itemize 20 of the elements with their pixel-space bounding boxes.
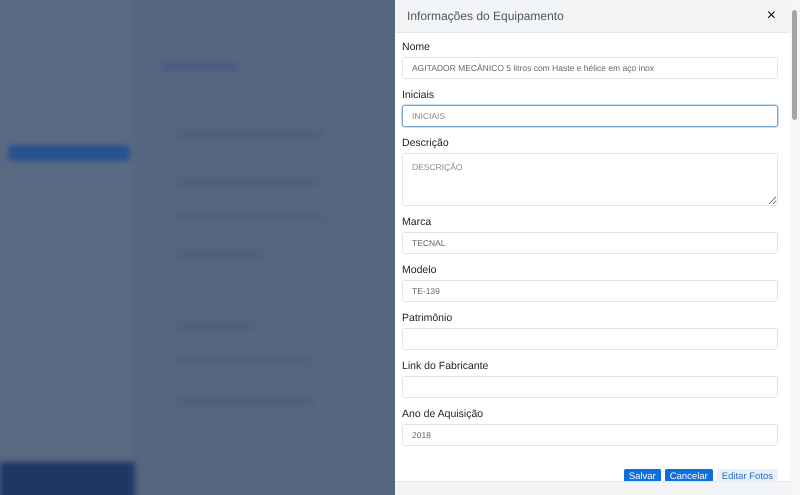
input-field[interactable]: INICIAIS bbox=[402, 105, 778, 127]
field-label: Modelo bbox=[402, 263, 438, 277]
scrollbar[interactable] bbox=[790, 0, 800, 495]
field-label: Iniciais bbox=[402, 88, 436, 102]
field-label: Ano de Aquisição bbox=[402, 407, 484, 421]
field-label: Marca bbox=[402, 215, 432, 229]
input-field[interactable]: 2018 bbox=[402, 424, 778, 446]
field-label: Nome bbox=[402, 40, 432, 54]
action-button[interactable]: Cancelar bbox=[664, 469, 713, 481]
action-button[interactable]: Salvar bbox=[624, 469, 661, 481]
close-button[interactable]: × bbox=[764, 8, 778, 24]
field-label: Patrimônio bbox=[402, 311, 454, 325]
modal-title: Informações do Equipamento bbox=[407, 9, 564, 23]
field-label: Descrição bbox=[402, 136, 450, 150]
input-field[interactable]: AGITADOR MECÂNICO 5 litros com Haste e hélice em aço inox bbox=[402, 57, 778, 79]
field-label: Link do Fabricante bbox=[402, 359, 490, 373]
action-button[interactable]: Editar Fotos bbox=[716, 469, 778, 481]
text-area[interactable]: DESCRIÇÃO bbox=[402, 153, 778, 206]
input-field[interactable]: TE-139 bbox=[402, 280, 778, 302]
input-field[interactable]: TECNAL bbox=[402, 232, 778, 254]
